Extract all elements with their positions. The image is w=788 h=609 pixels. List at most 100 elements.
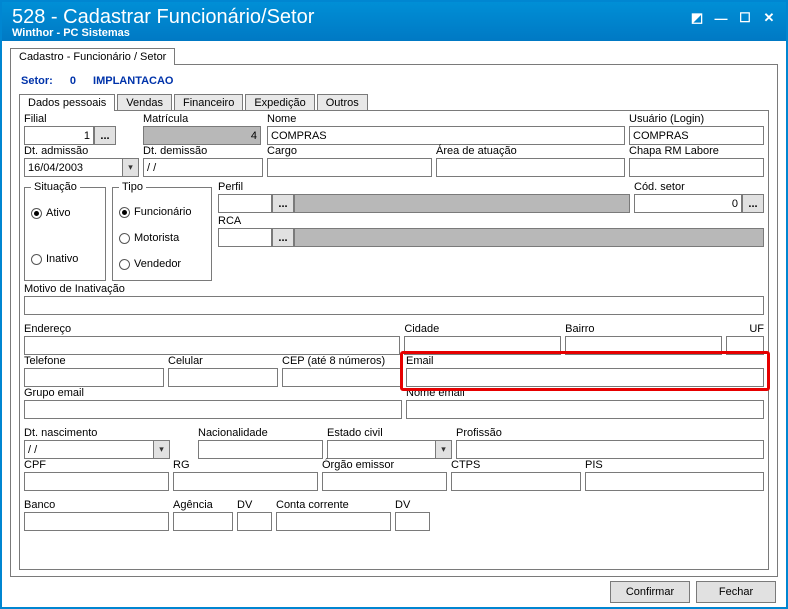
label-nacionalidade: Nacionalidade [198,427,323,440]
tab-expedicao[interactable]: Expedição [245,94,314,111]
radio-ativo[interactable]: Ativo [31,203,99,223]
input-dt-nasc[interactable]: / / [24,440,154,459]
group-situacao: Situação Ativo Inativo [24,181,106,281]
input-perfil-desc [294,194,630,213]
input-cargo[interactable] [267,158,432,177]
title-bar: 528 - Cadastrar Funcionário/Setor Wintho… [2,2,786,41]
label-agencia: Agência [173,499,233,512]
maximize-icon[interactable]: ☐ [738,11,752,25]
field-email: Email [406,355,764,387]
label-usuario: Usuário (Login) [629,113,764,126]
input-dv2[interactable] [395,512,430,531]
label-nome-email: Nome email [406,387,764,400]
restore-down-icon[interactable]: ◩ [690,11,704,25]
input-nacionalidade[interactable] [198,440,323,459]
radio-funcionario[interactable]: Funcionário [119,202,205,222]
input-celular[interactable] [168,368,278,387]
legend-situacao: Situação [31,181,80,193]
label-chapa-rm: Chapa RM Labore [629,145,764,158]
close-icon[interactable]: ✕ [762,11,776,25]
label-area-atuacao: Área de atuação [436,145,625,158]
input-nome[interactable]: COMPRAS [267,126,625,145]
input-matricula[interactable]: 4 [143,126,261,145]
input-profissao[interactable] [456,440,764,459]
input-cidade[interactable] [404,336,561,355]
radio-motorista[interactable]: Motorista [119,228,205,248]
lookup-filial-button[interactable]: ... [94,126,116,145]
label-filial: Filial [24,113,139,126]
radio-inativo[interactable]: Inativo [31,249,99,269]
input-cpf[interactable] [24,472,169,491]
label-dt-demissao: Dt. demissão [143,145,263,158]
input-filial[interactable]: 1 [24,126,94,145]
input-usuario[interactable]: COMPRAS [629,126,764,145]
tab-vendas[interactable]: Vendas [117,94,172,111]
input-nome-email[interactable] [406,400,764,419]
label-orgao-emissor: Órgão emissor [322,459,447,472]
input-rca-code[interactable] [218,228,272,247]
input-conta-corrente[interactable] [276,512,391,531]
input-dv1[interactable] [237,512,272,531]
tab-financeiro[interactable]: Financeiro [174,94,243,111]
dropdown-dt-admissao[interactable] [123,158,139,177]
input-telefone[interactable] [24,368,164,387]
label-dt-admissao: Dt. admissão [24,145,139,158]
input-grupo-email[interactable] [24,400,402,419]
radio-funcionario-label: Funcionário [134,206,191,218]
setor-name: IMPLANTACAO [93,75,173,87]
label-email: Email [406,355,764,368]
setor-code: 0 [56,75,90,87]
input-estado-civil[interactable] [327,440,436,459]
radio-motorista-icon [119,233,130,244]
label-uf: UF [726,323,764,336]
window-subtitle: Winthor - PC Sistemas [12,27,314,39]
input-email[interactable] [406,368,764,387]
label-profissao: Profissão [456,427,764,440]
input-perfil-code[interactable] [218,194,272,213]
label-cep: CEP (até 8 números) [282,355,402,368]
label-telefone: Telefone [24,355,164,368]
input-rg[interactable] [173,472,318,491]
input-cod-setor[interactable]: 0 [634,194,742,213]
lookup-cod-setor-button[interactable]: ... [742,194,764,213]
input-banco[interactable] [24,512,169,531]
tab-dados-pessoais[interactable]: Dados pessoais [19,94,115,111]
input-ctps[interactable] [451,472,581,491]
radio-ativo-label: Ativo [46,207,70,219]
label-cpf: CPF [24,459,169,472]
label-dv2: DV [395,499,430,512]
minimize-icon[interactable]: — [714,11,728,25]
lookup-rca-button[interactable]: ... [272,228,294,247]
input-uf[interactable] [726,336,764,355]
input-dt-admissao[interactable]: 16/04/2003 [24,158,123,177]
label-rca: RCA [218,215,764,228]
input-chapa-rm[interactable] [629,158,764,177]
radio-vendedor[interactable]: Vendedor [119,254,205,274]
radio-ativo-icon [31,208,42,219]
radio-inativo-icon [31,254,42,265]
tab-outros[interactable]: Outros [317,94,368,111]
label-nome: Nome [267,113,625,126]
label-dt-nasc: Dt. nascimento [24,427,194,440]
tab-cadastro[interactable]: Cadastro - Funcionário / Setor [10,48,175,65]
confirmar-button[interactable]: Confirmar [610,581,690,603]
setor-label: Setor: [21,75,53,87]
dropdown-estado-civil[interactable] [436,440,452,459]
input-endereco[interactable] [24,336,400,355]
fechar-button[interactable]: Fechar [696,581,776,603]
input-orgao-emissor[interactable] [322,472,447,491]
bottom-button-bar: Confirmar Fechar [10,577,778,603]
input-agencia[interactable] [173,512,233,531]
label-cidade: Cidade [404,323,561,336]
input-motivo-inat[interactable] [24,296,764,315]
radio-motorista-label: Motorista [134,232,179,244]
lookup-perfil-button[interactable]: ... [272,194,294,213]
input-rca-desc [294,228,764,247]
label-rg: RG [173,459,318,472]
input-bairro[interactable] [565,336,722,355]
input-dt-demissao[interactable]: / / [143,158,263,177]
input-cep[interactable] [282,368,402,387]
input-area-atuacao[interactable] [436,158,625,177]
input-pis[interactable] [585,472,764,491]
dropdown-dt-nasc[interactable] [154,440,170,459]
